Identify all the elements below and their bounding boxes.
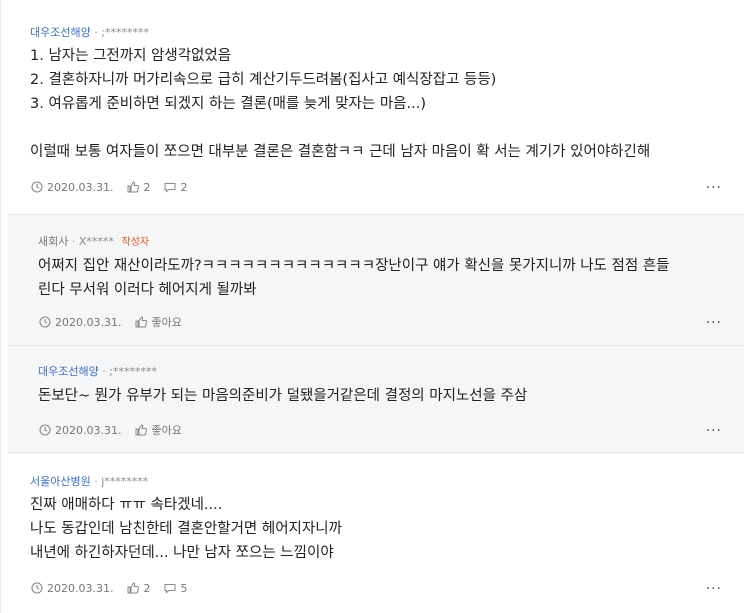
comment: 대우조선해양 · ;******** 1. 남자는 그전까지 암생각없었음 2.… [8, 0, 744, 214]
thumbs-up-icon [135, 316, 148, 328]
comment-author[interactable]: 대우조선해양 · ;******** [30, 24, 149, 40]
like-button[interactable]: 2 [127, 582, 150, 595]
author-id: ;******** [109, 365, 157, 378]
clock-icon [31, 582, 43, 594]
author-id: ;******** [101, 26, 149, 39]
more-icon[interactable]: ... [706, 311, 722, 327]
more-icon[interactable]: ... [706, 577, 722, 593]
comment-date: 2020.03.31. [31, 582, 113, 595]
comment: 서울아산병원 · j******** 진짜 애매하다 ㅠㅠ 속타겠네.... 나… [8, 453, 744, 613]
comment-author[interactable]: 대우조선해양 · ;******** [38, 363, 157, 379]
left-border [0, 0, 1, 613]
author-company: 새회사 [38, 235, 69, 248]
comment-thread: 대우조선해양 · ;******** 1. 남자는 그전까지 암생각없었음 2.… [8, 0, 744, 613]
comment-meta: 2020.03.31. 좋아요 [39, 314, 196, 330]
comment-meta: 2020.03.31. 2 2 [31, 179, 201, 195]
reply-button[interactable]: 2 [164, 181, 187, 194]
op-badge: 작성자 [121, 237, 150, 248]
thumbs-up-icon [127, 582, 140, 594]
reply-comment: 대우조선해양 · ;******** 돈보단~ 뭔가 유부가 되는 마음의준비가… [8, 346, 744, 452]
comment-meta: 2020.03.31. 2 5 [31, 580, 201, 596]
clock-icon [39, 424, 51, 436]
comment-body: 돈보단~ 뭔가 유부가 되는 마음의준비가 덜됐을거같은데 결정의 마지노선을 … [38, 388, 528, 404]
more-icon[interactable]: ... [706, 176, 722, 192]
clock-icon [31, 181, 43, 193]
comment-body: 진짜 애매하다 ㅠㅠ 속타겠네.... 나도 동갑인데 남친한테 결혼안할거면 … [30, 497, 342, 561]
speech-bubble-icon [164, 584, 176, 594]
more-icon[interactable]: ... [706, 419, 722, 435]
comment-date: 2020.03.31. [39, 424, 121, 437]
speech-bubble-icon [164, 183, 176, 193]
like-button[interactable]: 2 [127, 181, 150, 194]
thumbs-up-icon [127, 181, 140, 193]
comment-body: 어쩌지 집안 재산이라도까?ㅋㅋㅋㅋㅋㅋㅋㅋㅋㅋㅋㅋㅋ장난이구 얘가 확신을 못… [38, 258, 670, 298]
author-id: j******** [101, 475, 149, 488]
author-company: 대우조선해양 [38, 365, 99, 378]
thumbs-up-icon [135, 424, 148, 436]
author-company: 서울아산병원 [30, 475, 91, 488]
clock-icon [39, 316, 51, 328]
like-button[interactable]: 좋아요 [135, 422, 182, 438]
comment-author[interactable]: 새회사 · X***** 작성자 [38, 233, 149, 249]
comment-date: 2020.03.31. [39, 316, 121, 329]
author-id: X***** [78, 235, 114, 248]
comment-date: 2020.03.31. [31, 181, 113, 194]
comment-body: 1. 남자는 그전까지 암생각없었음 2. 결혼하자니까 머가리속으로 급히 계… [30, 48, 651, 160]
reply-button[interactable]: 5 [164, 582, 187, 595]
author-separator: · [71, 235, 79, 248]
author-company: 대우조선해양 [30, 26, 91, 39]
comment-author[interactable]: 서울아산병원 · j******** [30, 473, 148, 489]
comment-meta: 2020.03.31. 좋아요 [39, 422, 196, 438]
reply-comment: 새회사 · X***** 작성자 어쩌지 집안 재산이라도까?ㅋㅋㅋㅋㅋㅋㅋㅋㅋ… [8, 215, 744, 345]
like-button[interactable]: 좋아요 [135, 314, 182, 330]
